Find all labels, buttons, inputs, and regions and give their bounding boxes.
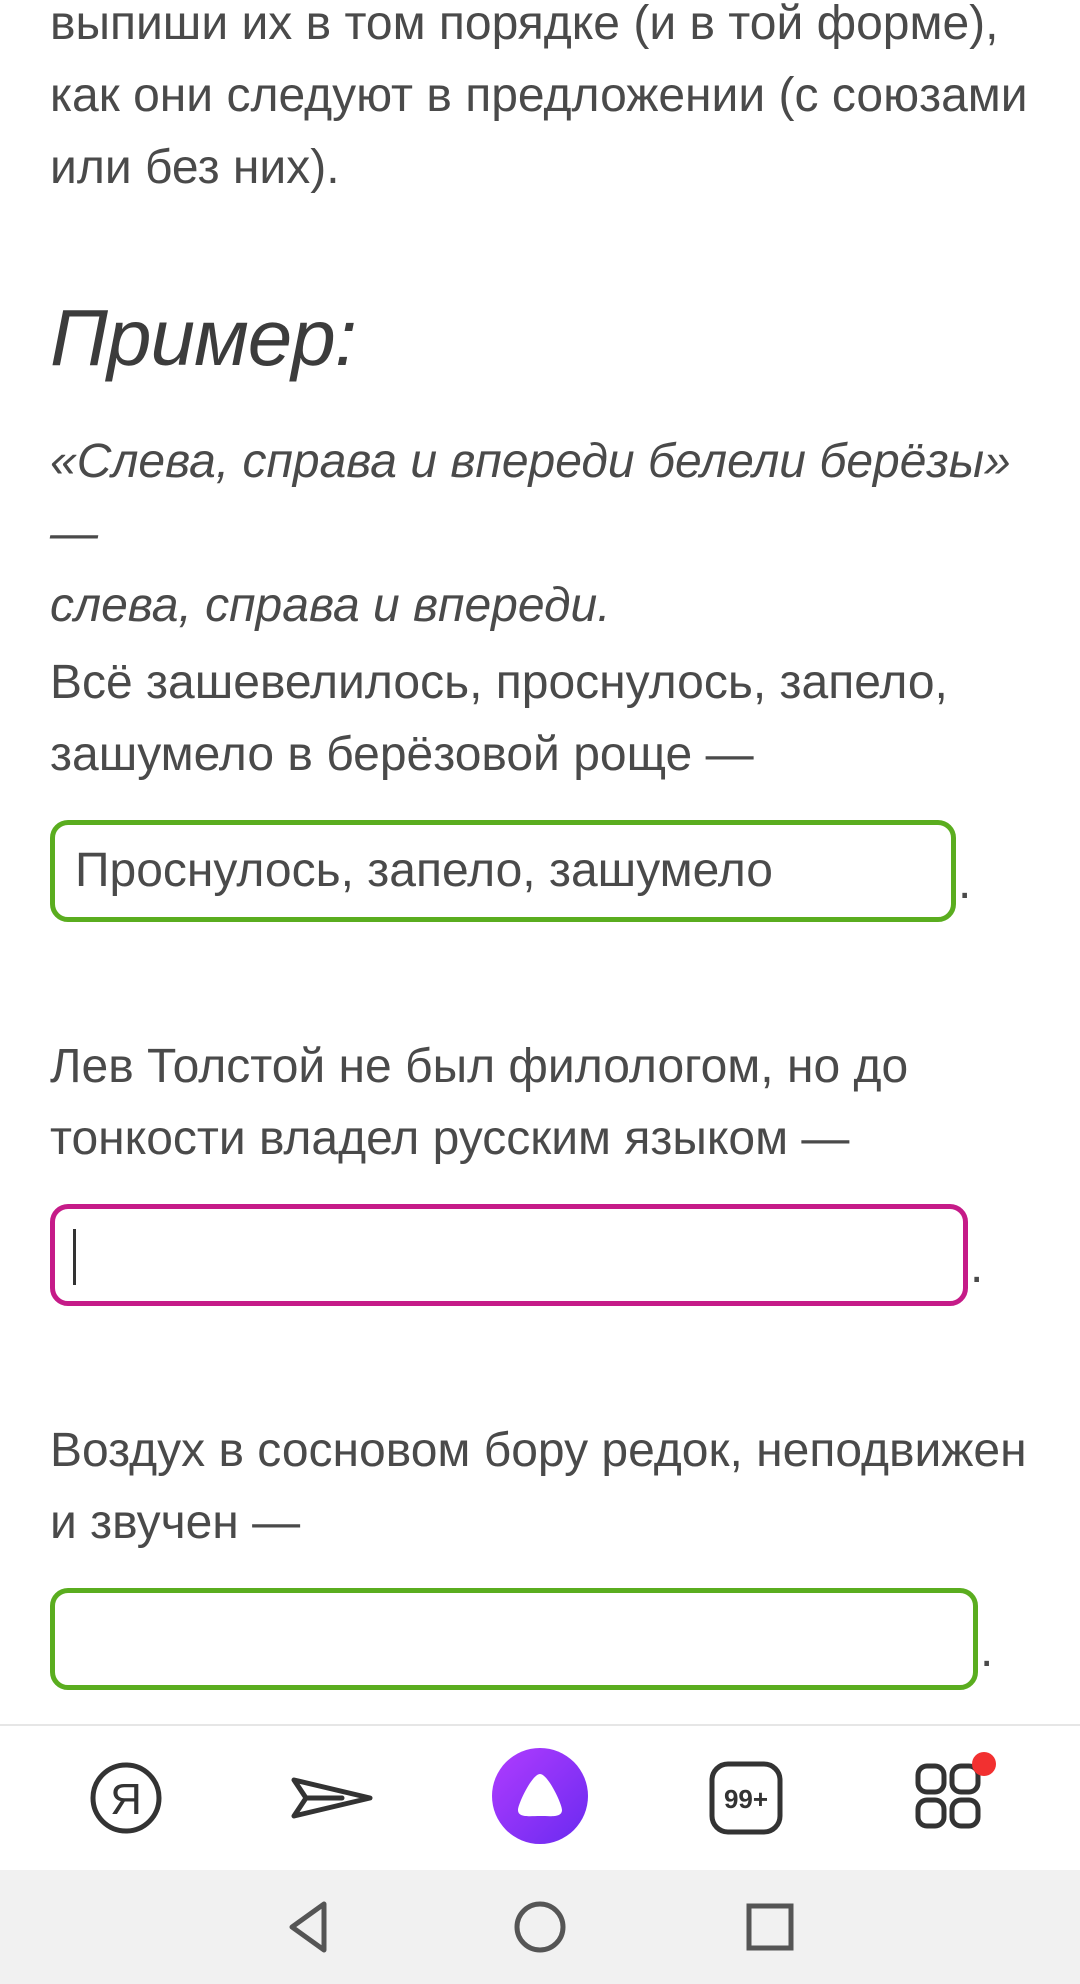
instructions-text: выпиши их в том порядке (и в той форме),… bbox=[50, 0, 1040, 204]
alice-voice-button[interactable] bbox=[490, 1746, 590, 1846]
task-2-line-2: тонкости владел русским языком — bbox=[50, 1112, 850, 1165]
system-navigation-bar bbox=[0, 1870, 1080, 1984]
notification-dot bbox=[972, 1752, 996, 1776]
tabs-count: 99+ bbox=[724, 1784, 768, 1814]
tabs-button[interactable]: 99+ bbox=[700, 1750, 796, 1846]
task-1-answer-field[interactable]: Проснулось, запело, зашумело bbox=[50, 820, 956, 922]
task-3-period: . bbox=[980, 1624, 994, 1677]
task-3-line-1: Воздух в сосновом бору редок, неподвижен bbox=[50, 1424, 1027, 1477]
task-1-line-1: Всё зашевелилось, проснулось, запело, bbox=[50, 656, 948, 709]
text-cursor bbox=[73, 1229, 76, 1285]
system-recents-button[interactable] bbox=[735, 1892, 805, 1962]
instructions-line-1: выпиши их в том порядке (и в той форме), bbox=[50, 0, 999, 50]
example-line-1: «Слева, справа и впереди белели берёзы» … bbox=[50, 435, 1011, 560]
task-2-period: . bbox=[970, 1240, 984, 1293]
task-1-text: Всё зашевелилось, проснулось, запело, за… bbox=[50, 647, 1040, 791]
system-home-button[interactable] bbox=[505, 1892, 575, 1962]
task-1-answer-value: Проснулось, запело, зашумело bbox=[75, 844, 773, 897]
back-icon bbox=[289, 1901, 327, 1953]
share-button[interactable] bbox=[282, 1750, 378, 1846]
home-icon bbox=[514, 1901, 566, 1953]
yandex-icon-letter: Я bbox=[110, 1775, 142, 1824]
task-3-line-2: и звучен — bbox=[50, 1496, 301, 1549]
recents-icon bbox=[746, 1903, 794, 1951]
example-text: «Слева, справа и впереди белели берёзы» … bbox=[50, 426, 1040, 642]
services-menu-button[interactable] bbox=[904, 1750, 1000, 1846]
paper-plane-icon bbox=[291, 1777, 373, 1819]
task-2-text: Лев Толстой не был филологом, но до тонк… bbox=[50, 1031, 1040, 1175]
example-line-2: слева, справа и впереди. bbox=[50, 579, 611, 632]
alice-icon bbox=[492, 1748, 588, 1844]
task-3-text: Воздух в сосновом бору редок, неподвижен… bbox=[50, 1415, 1040, 1559]
task-2-answer-field[interactable] bbox=[50, 1204, 968, 1306]
apps-grid-icon bbox=[915, 1752, 996, 1829]
example-heading: Пример: bbox=[50, 293, 357, 382]
browser-bottom-bar: Я 99+ bbox=[0, 1726, 1080, 1870]
instructions-line-2: как они следуют в предложении (с союзами bbox=[50, 69, 1028, 122]
task-1-line-2: зашумело в берёзовой роще — bbox=[50, 728, 754, 781]
yandex-home-button[interactable]: Я bbox=[78, 1750, 174, 1846]
task-2-line-1: Лев Толстой не был филологом, но до bbox=[50, 1040, 909, 1093]
tabs-counter-icon: 99+ bbox=[709, 1761, 783, 1835]
instructions-line-3: или без них). bbox=[50, 141, 340, 194]
system-back-button[interactable] bbox=[274, 1892, 344, 1962]
yandex-icon: Я bbox=[90, 1762, 162, 1834]
task-3-answer-field[interactable] bbox=[50, 1588, 978, 1690]
task-1-period: . bbox=[958, 856, 972, 909]
